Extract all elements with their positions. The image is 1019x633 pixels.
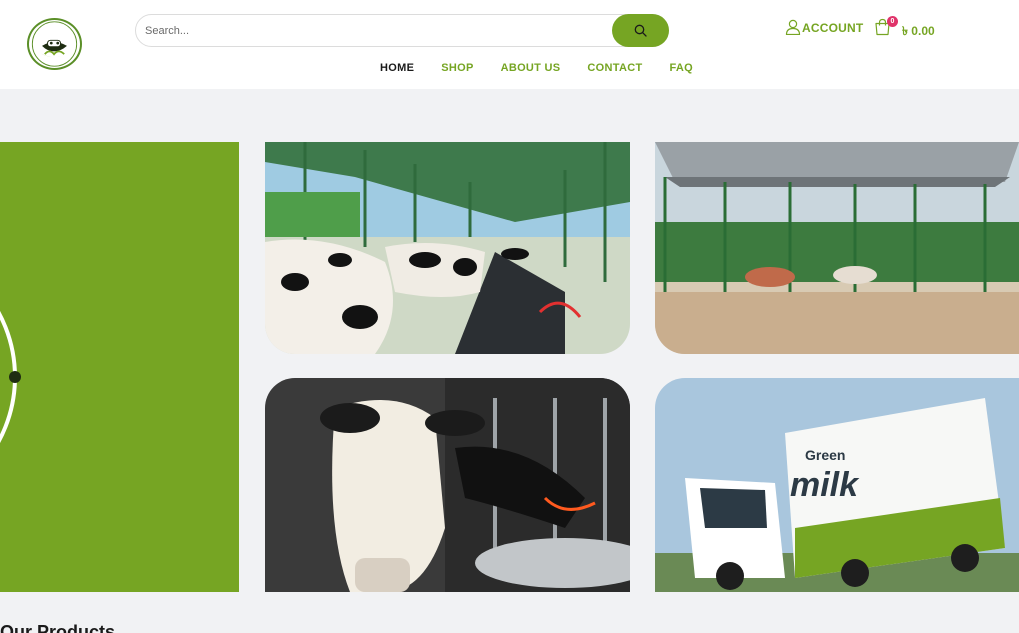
truck-brand-text: Green [805,447,845,463]
brand-logo[interactable] [27,18,82,70]
banner-logo-mark [0,310,21,444]
hero-banner [0,142,239,592]
nav-item-about-us[interactable]: ABOUT US [501,62,561,74]
nav-item-faq[interactable]: FAQ [669,62,693,74]
cart-total[interactable]: ৳ 0.00 [902,23,935,43]
search-icon [634,24,647,37]
nav-item-shop[interactable]: SHOP [441,62,473,74]
user-icon [785,19,801,35]
cart-count-badge: 0 [887,16,898,27]
truck-milk-text: milk [790,466,860,504]
gallery-photo-milk-truck: Green milk [655,378,1019,592]
products-section-title: Our Products [0,622,116,633]
search-button[interactable] [612,14,669,47]
cart-button[interactable]: 0 [874,16,898,38]
main-nav: HOME SHOP ABOUT US CONTACT FAQ [380,62,720,74]
gallery-photo-open-barn [655,142,1019,354]
search-input[interactable] [145,22,605,40]
nav-item-home[interactable]: HOME [380,62,414,74]
site-header: ACCOUNT 0 ৳ 0.00 HOME SHOP ABOUT US CONT… [0,0,1019,89]
gallery-photo-cow-shed [265,142,630,354]
gallery-photo-cow-feeding [265,378,630,592]
account-label: ACCOUNT [802,21,864,35]
account-link[interactable]: ACCOUNT [785,19,863,35]
nav-item-contact[interactable]: CONTACT [587,62,642,74]
search-bar [135,14,669,47]
